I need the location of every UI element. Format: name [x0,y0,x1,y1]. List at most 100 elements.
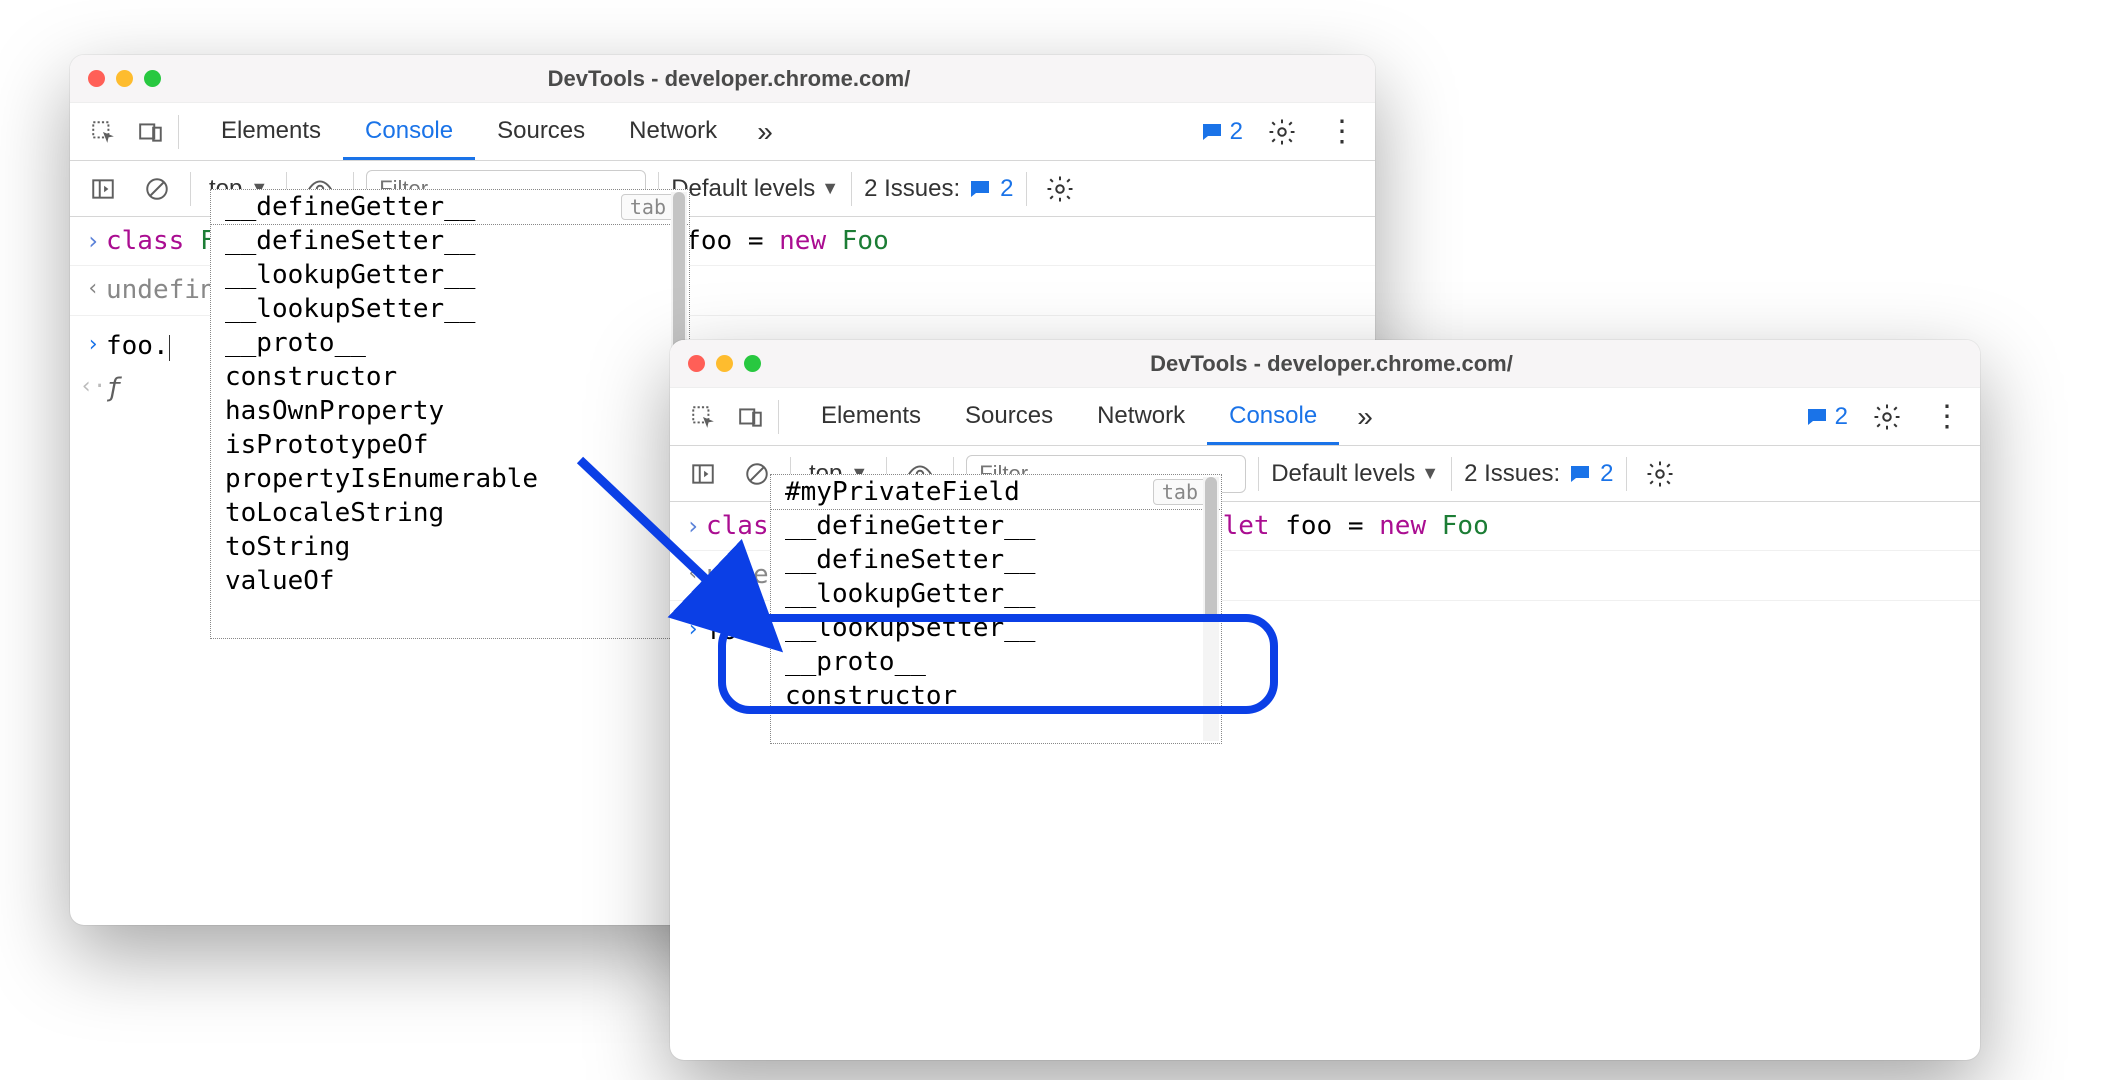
tab-hint: tab [1153,479,1207,505]
console-settings-button[interactable] [1039,168,1081,210]
window-title: DevTools - developer.chrome.com/ [761,351,1962,377]
autocomplete-item[interactable]: toLocaleString [211,496,689,530]
autocomplete-label: __lookupSetter__ [225,294,475,324]
autocomplete-label: __proto__ [225,328,366,358]
inspect-element-icon[interactable] [682,396,724,438]
autocomplete-label: __lookupGetter__ [225,260,475,290]
issues-badge-count: 2 [1600,460,1613,488]
more-tabs-button[interactable]: » [745,116,785,148]
separator [1626,457,1627,491]
autocomplete-label: valueOf [225,566,335,596]
autocomplete-popup[interactable]: __defineGetter__ tab __defineSetter__ __… [210,189,690,639]
prompt-marker-icon: › [80,328,106,357]
output-marker-icon: ‹ [680,557,706,586]
kebab-menu[interactable]: ⋮ [1926,411,1968,423]
issues-badge[interactable]: 2 [1805,403,1848,431]
tab-network[interactable]: Network [1075,388,1207,445]
autocomplete-label: __defineSetter__ [225,226,475,256]
autocomplete-item-private[interactable]: #myPrivateField tab [770,474,1222,510]
autocomplete-item[interactable]: constructor [771,679,1221,713]
issues-summary[interactable]: 2 Issues: 2 [1464,460,1613,488]
gear-icon [1645,459,1675,489]
scrollbar-thumb[interactable] [1205,477,1217,622]
maximize-window-button[interactable] [144,70,161,87]
tab-elements[interactable]: Elements [199,103,343,160]
tab-sources[interactable]: Sources [943,388,1075,445]
autocomplete-label: toLocaleString [225,498,444,528]
issues-summary[interactable]: 2 Issues: 2 [864,175,1013,203]
separator [851,172,852,206]
settings-button[interactable] [1866,396,1908,438]
log-levels-select[interactable]: Default levels ▼ [671,175,839,203]
no-entry-icon [744,461,770,487]
tab-console[interactable]: Console [1207,388,1339,445]
autocomplete-item[interactable]: isPrototypeOf [211,428,689,462]
issues-label: 2 Issues: [1464,460,1560,488]
minimize-window-button[interactable] [716,355,733,372]
gear-icon [1872,402,1902,432]
autocomplete-item[interactable]: __lookupGetter__ [211,258,689,292]
autocomplete-item[interactable]: __proto__ [211,326,689,360]
autocomplete-popup[interactable]: #myPrivateField tab __defineGetter__ __d… [770,474,1222,744]
scrollbar[interactable] [1203,477,1219,741]
clear-console-button[interactable] [136,168,178,210]
autocomplete-label: #myPrivateField [785,477,1020,507]
autocomplete-label: propertyIsEnumerable [225,464,538,494]
tab-network[interactable]: Network [607,103,739,160]
levels-label: Default levels [671,175,815,203]
more-tabs-button[interactable]: » [1345,401,1385,433]
maximize-window-button[interactable] [744,355,761,372]
message-icon [1200,120,1224,144]
autocomplete-item[interactable]: propertyIsEnumerable [211,462,689,496]
autocomplete-item[interactable]: __defineSetter__ [211,224,689,258]
minimize-window-button[interactable] [116,70,133,87]
window-title: DevTools - developer.chrome.com/ [161,66,1357,92]
separator [190,172,191,206]
autocomplete-item[interactable]: __defineGetter__ tab [210,189,690,225]
autocomplete-label: constructor [785,681,957,711]
kebab-menu[interactable]: ⋮ [1321,126,1363,138]
issues-badge[interactable]: 2 [1200,118,1243,146]
titlebar: DevTools - developer.chrome.com/ [670,340,1980,388]
titlebar: DevTools - developer.chrome.com/ [70,55,1375,103]
main-tabbar: Elements Sources Network Console » 2 ⋮ [670,388,1980,446]
autocomplete-item[interactable]: __defineSetter__ [771,543,1221,577]
autocomplete-label: isPrototypeOf [225,430,429,460]
toggle-sidebar-button[interactable] [682,453,724,495]
autocomplete-item[interactable]: __proto__ [771,645,1221,679]
panel-tabs: Elements Sources Network Console [799,388,1339,445]
separator [1258,457,1259,491]
log-levels-select[interactable]: Default levels ▼ [1271,460,1439,488]
toggle-sidebar-button[interactable] [82,168,124,210]
autocomplete-item[interactable]: toString [211,530,689,564]
tab-elements[interactable]: Elements [799,388,943,445]
autocomplete-item[interactable]: __lookupSetter__ [771,611,1221,645]
autocomplete-item[interactable]: hasOwnProperty [211,394,689,428]
close-window-button[interactable] [88,70,105,87]
levels-label: Default levels [1271,460,1415,488]
device-toolbar-icon[interactable] [130,111,172,153]
traffic-lights [88,70,161,87]
console-log: class Foo {#myPrivateField = 1}; let foo… [670,502,1980,655]
tab-sources[interactable]: Sources [475,103,607,160]
main-tabbar: Elements Console Sources Network » 2 ⋮ [70,103,1375,161]
separator [178,115,179,149]
settings-button[interactable] [1261,111,1303,153]
separator [1026,172,1027,206]
autocomplete-item[interactable]: __defineGetter__ [771,509,1221,543]
message-icon [1568,462,1592,486]
gear-icon [1267,117,1297,147]
panel-tabs: Elements Console Sources Network [199,103,739,160]
traffic-lights [688,355,761,372]
autocomplete-item[interactable]: __lookupSetter__ [211,292,689,326]
autocomplete-item[interactable]: valueOf [211,564,689,598]
close-window-button[interactable] [688,355,705,372]
autocomplete-item[interactable]: __lookupGetter__ [771,577,1221,611]
issues-label: 2 Issues: [864,175,960,203]
device-toolbar-icon[interactable] [730,396,772,438]
autocomplete-item[interactable]: constructor [211,360,689,394]
console-settings-button[interactable] [1639,453,1681,495]
tab-console[interactable]: Console [343,103,475,160]
inspect-element-icon[interactable] [82,111,124,153]
autocomplete-label: toString [225,532,350,562]
